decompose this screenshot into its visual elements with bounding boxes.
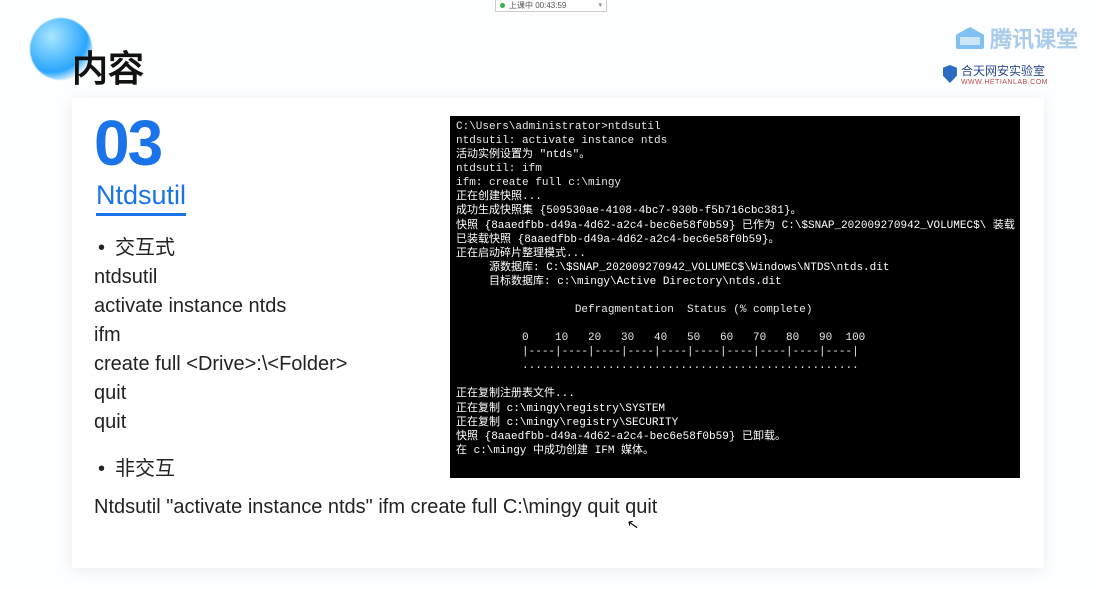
lab-name: 合天网安实验室 [961,64,1045,78]
section-number: 03 [94,106,161,180]
chevron-down-icon: ▾ [598,1,602,9]
lab-url: WWW.HETIANLAB.COM [961,79,1048,86]
section-title: Ntdsutil [96,180,186,216]
slide-card: 03 Ntdsutil •交互式 ntdsutil activate insta… [72,98,1044,568]
cmd-line: quit [94,379,424,408]
brand-watermark: 腾讯课堂 [956,22,1078,54]
lab-logo: 合天网安实验室 WWW.HETIANLAB.COM [943,62,1048,86]
cmd-line: activate instance ntds [94,292,424,321]
cmd-line: quit [94,408,424,437]
page-title: 内容 [72,40,144,92]
recording-status-chip[interactable]: 上课中 00:43:59 ▾ [495,0,607,12]
brand-text: 腾讯课堂 [990,22,1078,54]
body-text: •交互式 ntdsutil activate instance ntds ifm… [94,234,424,484]
cmd-line: create full <Drive>:\<Folder> [94,350,424,379]
brand-icon [956,27,984,49]
status-dot-icon [500,3,505,8]
shield-icon [943,65,957,83]
mode-interactive-row: •交互式 [94,234,424,263]
mode-noninteractive-row: •非交互 [94,455,424,484]
cmd-line: ntdsutil [94,263,424,292]
cmd-line: ifm [94,321,424,350]
terminal-screenshot: C:\Users\administrator>ntdsutil ntdsutil… [450,116,1020,478]
status-text: 上课中 00:43:59 [509,0,566,11]
noninteractive-command: Ntdsutil "activate instance ntds" ifm cr… [94,496,657,519]
